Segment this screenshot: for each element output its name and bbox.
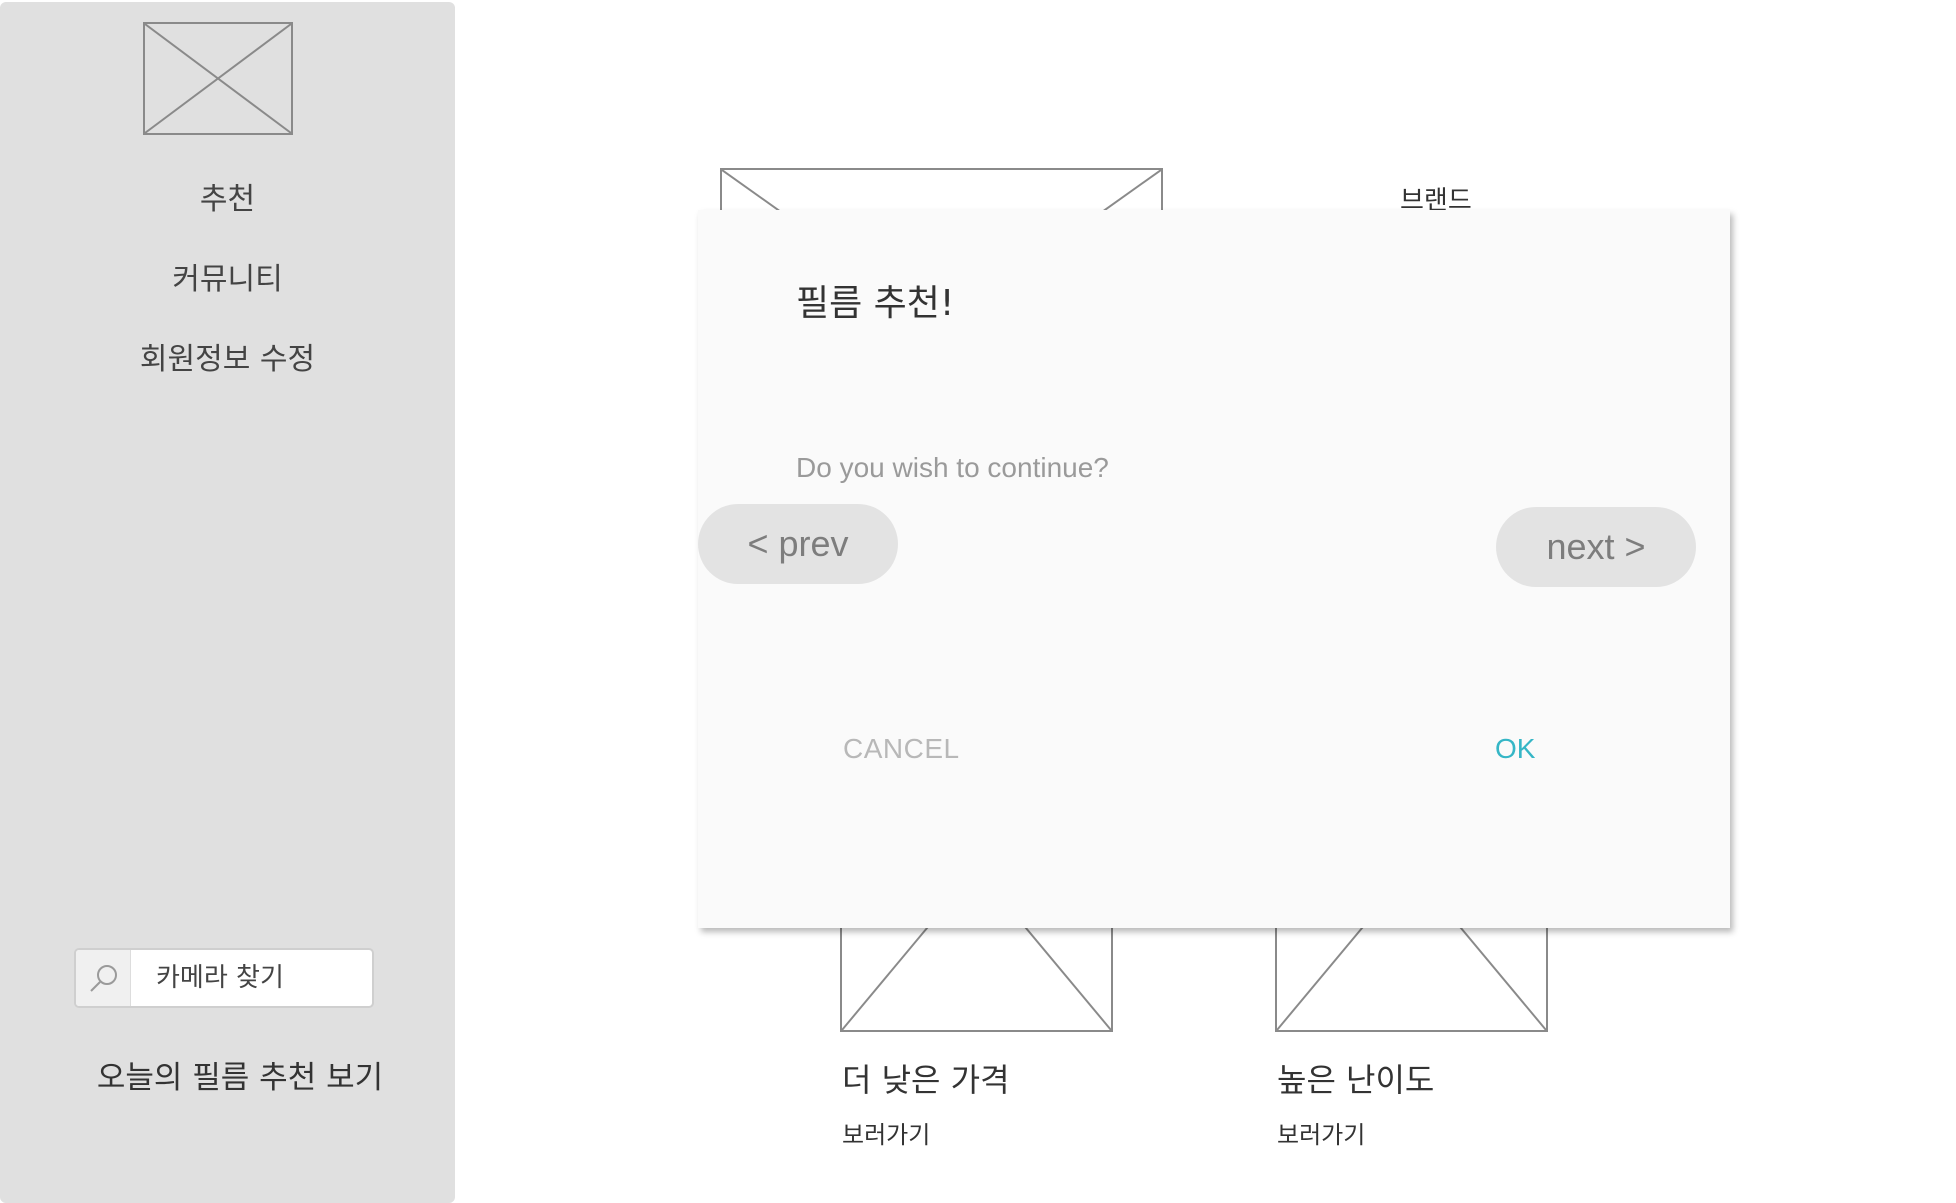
search-input[interactable] (136, 950, 366, 1006)
search-box[interactable] (74, 948, 374, 1008)
film-recommendation-dialog: 필름 추천! Do you wish to continue? < prev n… (698, 210, 1730, 928)
logo-image-placeholder-icon (143, 22, 293, 135)
brand-label: 브랜드 (1400, 186, 1472, 210)
sidebar-item-edit-profile[interactable]: 회원정보 수정 (0, 342, 455, 378)
search-icon[interactable] (76, 950, 131, 1006)
dialog-message: Do you wish to continue? (796, 452, 1109, 483)
sidebar-item-community[interactable]: 커뮤니티 (0, 262, 455, 298)
next-button[interactable]: next > (1496, 507, 1696, 587)
card-1-title: 더 낮은 가격 (842, 1061, 1010, 1099)
card-2-title: 높은 난이도 (1277, 1061, 1435, 1099)
card-1-view-link[interactable]: 보러가기 (842, 1115, 930, 1150)
sidebar-item-recommend[interactable]: 추천 (0, 182, 455, 218)
sidebar: 추천 커뮤니티 회원정보 수정 오늘의 필름 추천 보기 (0, 2, 455, 1203)
dialog-title: 필름 추천! (796, 283, 955, 324)
cancel-button[interactable]: CANCEL (843, 733, 960, 765)
today-film-recommendation-link[interactable]: 오늘의 필름 추천 보기 (0, 1052, 480, 1097)
prev-button[interactable]: < prev (698, 504, 898, 584)
card-2-view-link[interactable]: 보러가기 (1277, 1115, 1365, 1150)
ok-button[interactable]: OK (1495, 733, 1535, 765)
